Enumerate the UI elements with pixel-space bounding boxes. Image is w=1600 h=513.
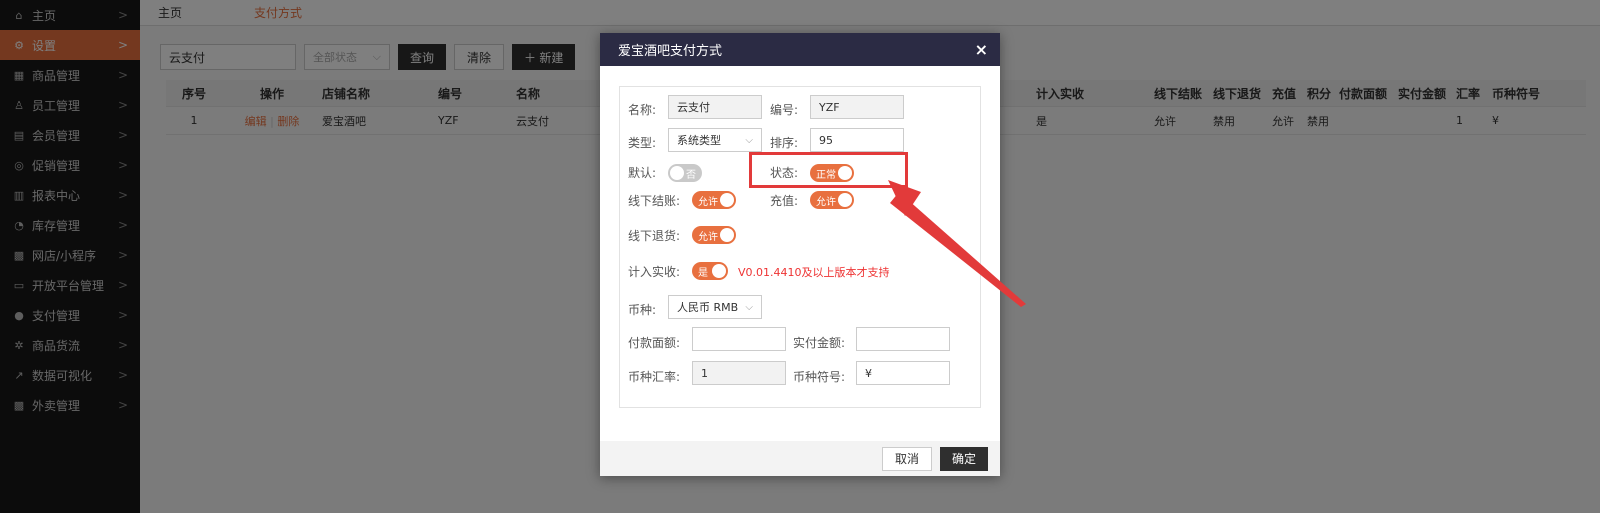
symbol-label: 币种符号: bbox=[793, 370, 846, 384]
dialog-form: 名称: 云支付 编号: YZF 类型: 系统类型 ⌵ 排序: 95 默认: 否 状… bbox=[619, 86, 981, 408]
close-icon[interactable]: × bbox=[975, 40, 988, 59]
pay-amount-label: 实付金额: bbox=[793, 336, 846, 350]
pay-amount-field[interactable] bbox=[856, 327, 950, 351]
recharge-toggle[interactable]: 允许 bbox=[810, 191, 854, 209]
toggle-knob bbox=[670, 166, 684, 180]
offline-return-label: 线下退货: bbox=[628, 229, 681, 243]
recharge-toggle-text: 允许 bbox=[816, 196, 836, 208]
currency-select[interactable]: 人民币 RMB ⌵ bbox=[668, 295, 762, 319]
dialog-header: 爱宝酒吧支付方式 × bbox=[600, 33, 1000, 66]
order-label: 排序: bbox=[770, 136, 799, 150]
code-field[interactable]: YZF bbox=[810, 95, 904, 119]
default-label: 默认: bbox=[628, 166, 657, 180]
type-select-value: 系统类型 bbox=[677, 134, 721, 147]
offline-return-toggle-text: 允许 bbox=[698, 231, 718, 243]
name-label: 名称: bbox=[628, 103, 657, 117]
actual-income-toggle[interactable]: 是 bbox=[692, 262, 728, 280]
order-field[interactable]: 95 bbox=[810, 128, 904, 152]
toggle-knob bbox=[720, 228, 734, 242]
confirm-button[interactable]: 确定 bbox=[939, 446, 988, 471]
cancel-button[interactable]: 取消 bbox=[881, 446, 932, 471]
toggle-knob bbox=[838, 193, 852, 207]
chevron-down-icon: ⌵ bbox=[745, 134, 753, 146]
pay-face-field[interactable] bbox=[692, 327, 786, 351]
offline-return-toggle[interactable]: 允许 bbox=[692, 226, 736, 244]
code-label: 编号: bbox=[770, 103, 799, 117]
offline-checkout-toggle-text: 允许 bbox=[698, 196, 718, 208]
chevron-down-icon: ⌵ bbox=[745, 301, 753, 313]
recharge-label: 充值: bbox=[770, 194, 799, 208]
rate-field[interactable]: 1 bbox=[692, 361, 786, 385]
actual-income-toggle-text: 是 bbox=[698, 267, 708, 279]
status-highlight-box bbox=[749, 152, 908, 188]
toggle-knob bbox=[712, 264, 726, 278]
pay-face-label: 付款面额: bbox=[628, 336, 681, 350]
currency-select-value: 人民币 RMB bbox=[677, 301, 739, 314]
symbol-field[interactable]: ¥ bbox=[856, 361, 950, 385]
rate-label: 币种汇率: bbox=[628, 370, 681, 384]
dialog-title: 爱宝酒吧支付方式 bbox=[618, 44, 723, 59]
version-note: V0.01.4410及以上版本才支持 bbox=[738, 266, 890, 279]
name-field[interactable]: 云支付 bbox=[668, 95, 762, 119]
default-toggle-text: 否 bbox=[686, 169, 696, 181]
type-label: 类型: bbox=[628, 136, 657, 150]
payment-method-dialog: 爱宝酒吧支付方式 × 名称: 云支付 编号: YZF 类型: 系统类型 ⌵ 排序:… bbox=[600, 33, 1000, 476]
default-toggle[interactable]: 否 bbox=[668, 164, 702, 182]
type-select[interactable]: 系统类型 ⌵ bbox=[668, 128, 762, 152]
toggle-knob bbox=[720, 193, 734, 207]
currency-label: 币种: bbox=[628, 303, 657, 317]
offline-checkout-toggle[interactable]: 允许 bbox=[692, 191, 736, 209]
actual-income-label: 计入实收: bbox=[628, 265, 681, 279]
offline-checkout-label: 线下结账: bbox=[628, 194, 681, 208]
dialog-footer: 取消 确定 bbox=[600, 441, 1000, 476]
